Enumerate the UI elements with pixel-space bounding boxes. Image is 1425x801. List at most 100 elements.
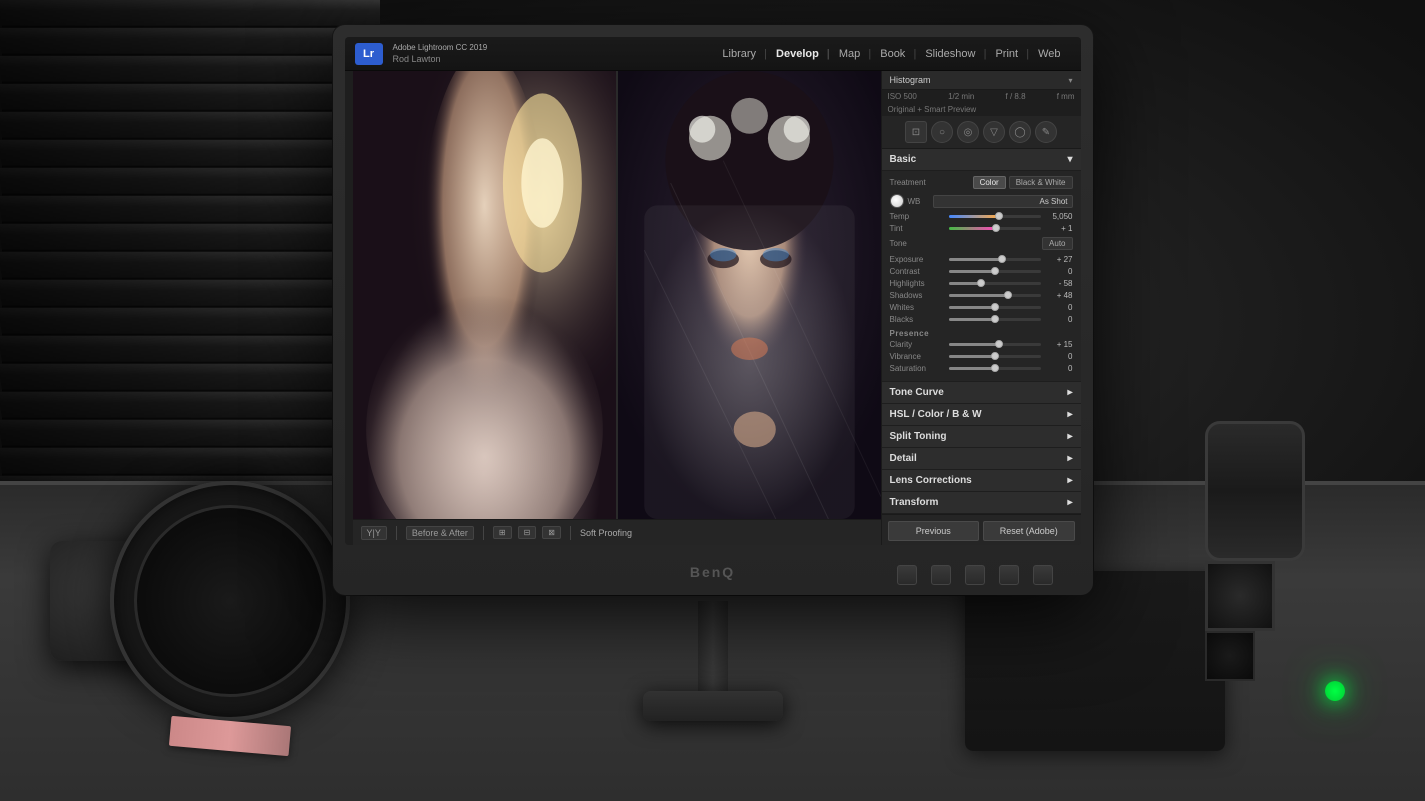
camera-lens bbox=[110, 481, 350, 721]
exposure-slider-track[interactable] bbox=[949, 258, 1041, 261]
transform-arrow[interactable]: ▸ bbox=[1067, 497, 1072, 508]
basic-collapse-arrow[interactable]: ▾ bbox=[1067, 154, 1072, 165]
compare-icon-2[interactable]: ⊟ bbox=[518, 526, 537, 539]
radial-filter-tool[interactable]: ◯ bbox=[1009, 121, 1031, 143]
monitor-button-3[interactable] bbox=[965, 565, 985, 585]
reset-button[interactable]: Reset (Adobe) bbox=[983, 521, 1075, 541]
tone-auto-button[interactable]: Auto bbox=[1042, 237, 1072, 250]
camera-lens-3 bbox=[1205, 631, 1255, 681]
bottom-toolbar: Y|Y Before & After ⊞ ⊟ ⊠ Soft Proofing bbox=[353, 519, 881, 545]
lightroom-ui: Lr Adobe Lightroom CC 2019 Rod Lawton Li… bbox=[345, 37, 1081, 545]
blacks-slider-track[interactable] bbox=[949, 318, 1041, 321]
redeye-tool[interactable]: ◎ bbox=[957, 121, 979, 143]
focal-value: f mm bbox=[1057, 92, 1075, 101]
before-after-button[interactable]: Before & After bbox=[406, 526, 474, 540]
exposure-slider-row: Exposure + 27 bbox=[890, 255, 1073, 264]
wb-label: WB bbox=[908, 197, 933, 206]
vibrance-slider-track[interactable] bbox=[949, 355, 1041, 358]
camera-equipment bbox=[30, 441, 370, 721]
before-photo bbox=[353, 71, 618, 519]
nav-develop[interactable]: Develop bbox=[766, 44, 829, 64]
graphics-tablet bbox=[965, 571, 1225, 751]
right-develop-panel: Histogram ▾ bbox=[881, 71, 1081, 545]
iso-value: ISO 500 bbox=[888, 92, 917, 101]
nav-web[interactable]: Web bbox=[1028, 44, 1070, 64]
saturation-slider-value: 0 bbox=[1045, 364, 1073, 373]
whites-slider-track[interactable] bbox=[949, 306, 1041, 309]
bride1-illustration bbox=[353, 71, 616, 519]
monitor-button-2[interactable] bbox=[931, 565, 951, 585]
whites-slider-label: Whites bbox=[890, 303, 945, 312]
monitor: Lr Adobe Lightroom CC 2019 Rod Lawton Li… bbox=[333, 25, 1093, 595]
lightroom-topbar: Lr Adobe Lightroom CC 2019 Rod Lawton Li… bbox=[345, 37, 1081, 71]
shutter-value: 1/2 min bbox=[948, 92, 974, 101]
detail-section-header[interactable]: Detail ▸ bbox=[882, 448, 1081, 470]
bw-button[interactable]: Black & White bbox=[1009, 176, 1073, 189]
clarity-slider-track[interactable] bbox=[949, 343, 1041, 346]
contrast-slider-track[interactable] bbox=[949, 270, 1041, 273]
soft-proofing-label: Soft Proofing bbox=[580, 528, 632, 538]
exposure-slider-value: + 27 bbox=[1045, 255, 1073, 264]
temp-slider-track[interactable] bbox=[949, 215, 1041, 218]
presence-subsection-label: Presence bbox=[890, 327, 1073, 340]
nav-print[interactable]: Print bbox=[985, 44, 1028, 64]
nav-slideshow[interactable]: Slideshow bbox=[915, 44, 985, 64]
spot-removal-tool[interactable]: ○ bbox=[931, 121, 953, 143]
compare-icon-3[interactable]: ⊠ bbox=[542, 526, 561, 539]
toolbar-sep-3 bbox=[570, 526, 571, 540]
color-button[interactable]: Color bbox=[973, 176, 1006, 189]
user-info: Adobe Lightroom CC 2019 Rod Lawton bbox=[393, 42, 488, 66]
lens-corrections-section-header[interactable]: Lens Corrections ▸ bbox=[882, 470, 1081, 492]
temp-slider-row: Temp 5,050 bbox=[890, 212, 1073, 221]
shadows-slider-label: Shadows bbox=[890, 291, 945, 300]
left-panel-collapsed[interactable] bbox=[345, 71, 353, 545]
shadows-slider-track[interactable] bbox=[949, 294, 1041, 297]
tone-curve-arrow[interactable]: ▸ bbox=[1067, 387, 1072, 398]
split-toning-arrow[interactable]: ▸ bbox=[1067, 431, 1072, 442]
temp-slider-label: Temp bbox=[890, 212, 945, 221]
nav-map[interactable]: Map bbox=[829, 44, 870, 64]
tint-slider-track[interactable] bbox=[949, 227, 1041, 230]
exposure-slider-label: Exposure bbox=[890, 255, 945, 264]
compare-icon-1[interactable]: ⊞ bbox=[493, 526, 512, 539]
crop-tool[interactable]: ⊡ bbox=[905, 121, 927, 143]
basic-section-header[interactable]: Basic ▾ bbox=[882, 149, 1081, 171]
tone-curve-section-header[interactable]: Tone Curve ▸ bbox=[882, 382, 1081, 404]
saturation-slider-row: Saturation 0 bbox=[890, 364, 1073, 373]
blacks-slider-value: 0 bbox=[1045, 315, 1073, 324]
monitor-button-1[interactable] bbox=[897, 565, 917, 585]
histogram-header[interactable]: Histogram ▾ bbox=[882, 71, 1081, 90]
monitor-button-4[interactable] bbox=[999, 565, 1019, 585]
bottom-action-buttons: Previous Reset (Adobe) bbox=[882, 514, 1081, 545]
transform-section-header[interactable]: Transform ▸ bbox=[882, 492, 1081, 514]
histogram-collapse-arrow[interactable]: ▾ bbox=[1068, 76, 1072, 85]
highlights-slider-track[interactable] bbox=[949, 282, 1041, 285]
treatment-row: Treatment Color Black & White bbox=[890, 176, 1073, 189]
highlights-slider-label: Highlights bbox=[890, 279, 945, 288]
saturation-slider-track[interactable] bbox=[949, 367, 1041, 370]
tone-curve-label: Tone Curve bbox=[890, 387, 944, 398]
camera-lens-1 bbox=[1205, 421, 1305, 561]
hsl-arrow[interactable]: ▸ bbox=[1067, 409, 1072, 420]
lens-corrections-arrow[interactable]: ▸ bbox=[1067, 475, 1072, 486]
shadows-slider-value: + 48 bbox=[1045, 291, 1073, 300]
hsl-section-header[interactable]: HSL / Color / B & W ▸ bbox=[882, 404, 1081, 426]
whites-slider-row: Whites 0 bbox=[890, 303, 1073, 312]
monitor-brand-label: BenQ bbox=[690, 564, 735, 580]
split-toning-section-header[interactable]: Split Toning ▸ bbox=[882, 426, 1081, 448]
wb-eyedropper-icon[interactable] bbox=[890, 194, 904, 208]
graduated-filter-tool[interactable]: ▽ bbox=[983, 121, 1005, 143]
toolbar-sep-1 bbox=[396, 526, 397, 540]
previous-button[interactable]: Previous bbox=[888, 521, 980, 541]
bride-photo-1 bbox=[353, 71, 616, 519]
tone-label: Tone bbox=[890, 239, 907, 248]
detail-arrow[interactable]: ▸ bbox=[1067, 453, 1072, 464]
nav-library[interactable]: Library bbox=[712, 44, 766, 64]
nav-book[interactable]: Book bbox=[870, 44, 915, 64]
blacks-slider-row: Blacks 0 bbox=[890, 315, 1073, 324]
monitor-button-5[interactable] bbox=[1033, 565, 1053, 585]
tint-slider-row: Tint + 1 bbox=[890, 224, 1073, 233]
adjustment-brush-tool[interactable]: ✎ bbox=[1035, 121, 1057, 143]
yy-button[interactable]: Y|Y bbox=[361, 526, 387, 540]
wb-value-display[interactable]: As Shot bbox=[933, 195, 1073, 208]
